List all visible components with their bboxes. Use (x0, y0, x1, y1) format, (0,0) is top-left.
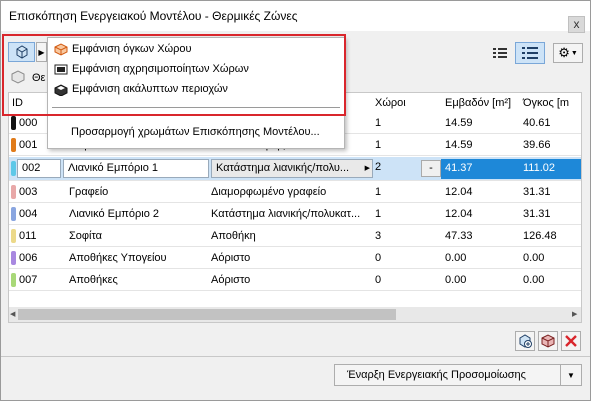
zone-spaces: 1 (375, 139, 382, 151)
zone-area: 47.33 (445, 230, 473, 242)
start-energy-simulation-button[interactable]: Έναρξη Ενεργειακής Προσομοίωσης ▼ (334, 364, 582, 386)
zone-volume: 111.02 (523, 162, 556, 174)
zone-color-swatch (11, 116, 16, 130)
zone-spaces: 2 (375, 161, 382, 173)
zone-id: 002 (22, 162, 41, 174)
zone-name: Λιανικό Εμπόριο 2 (69, 208, 160, 220)
zone-id: 006 (19, 252, 38, 264)
zone-color-swatch (11, 161, 16, 176)
zone-id: 011 (19, 230, 37, 242)
zone-id: 003 (19, 186, 38, 198)
zone-id: 004 (19, 208, 38, 220)
zone-color-swatch (11, 251, 16, 265)
zone-volume: 0.00 (523, 274, 545, 286)
title-bar[interactable]: Επισκόπηση Ενεργειακού Μοντέλου - Θερμικ… (1, 1, 590, 31)
zone-area: 0.00 (445, 274, 467, 286)
split-divider (560, 365, 561, 385)
highlight-frame (2, 34, 346, 116)
zone-operation-type: Αποθήκη (211, 230, 256, 242)
add-zone-icon (519, 334, 532, 348)
table-row[interactable]: 003 Γραφείο Διαμορφωμένο γραφείο 1 12.04… (9, 182, 581, 203)
menu-item-customize-colors[interactable]: Προσαρμογή χρωμάτων Επισκόπησης Μοντέλου… (48, 124, 344, 142)
zone-spaces: 1 (375, 208, 382, 220)
zone-spaces: 1 (375, 186, 382, 198)
scrollbar-thumb[interactable] (18, 309, 396, 320)
selected-values-highlight: 41.37 111.02 (441, 159, 581, 179)
gear-icon: ⚙ (558, 45, 570, 60)
zone-spaces: 0 (375, 274, 382, 286)
zone-operation-type: Κατάστημα λιανικής/πολυκατ... (211, 208, 361, 220)
chevron-down-icon[interactable]: ▼ (567, 371, 575, 380)
table-row[interactable]: 007 Αποθήκες Αόριστο 0 0.00 0.00 (9, 270, 581, 291)
zone-name: Γραφείο (69, 186, 109, 198)
table-row[interactable]: 006 Αποθήκες Υπογείου Αόριστο 0 0.00 0.0… (9, 248, 581, 269)
zone-name: Λιανικό Εμπόριο 1 (68, 162, 159, 174)
zone-color-swatch (11, 273, 16, 287)
scroll-right-icon[interactable]: ▶ (572, 310, 577, 318)
zone-spaces: 0 (375, 252, 382, 264)
list-with-icons-icon (493, 48, 507, 58)
zone-color-swatch (11, 138, 16, 152)
zone-id: 000 (19, 117, 38, 129)
zone-area: 12.04 (445, 186, 473, 198)
list-view-button[interactable] (489, 44, 511, 62)
add-zone-button[interactable] (515, 331, 535, 351)
window-title: Επισκόπηση Ενεργειακού Μοντέλου - Θερμικ… (9, 9, 298, 23)
zone-area: 14.59 (445, 117, 473, 129)
zone-area: 41.37 (445, 162, 473, 174)
zone-id: 001 (19, 139, 38, 151)
zone-operation-type: Κατάστημα λιανικής/πολυ... (216, 162, 350, 174)
table-row-selected[interactable]: 002 Λιανικό Εμπόριο 1 Κατάστημα λιανικής… (9, 157, 581, 181)
chevron-right-icon: ▶ (364, 165, 370, 172)
zone-color-swatch (11, 229, 16, 243)
zone-volume: 39.66 (523, 139, 551, 151)
table-row[interactable]: 011 Σοφίτα Αποθήκη 3 47.33 126.48 (9, 226, 581, 247)
zone-name: Αποθήκες Υπογείου (69, 252, 167, 264)
menu-item-label: Προσαρμογή χρωμάτων Επισκόπησης Μοντέλου… (71, 126, 320, 138)
zone-volume: 31.31 (523, 208, 551, 220)
delete-x-icon (565, 335, 577, 347)
zone-operation-type: Διαμορφωμένο γραφείο (211, 186, 327, 198)
details-view-button[interactable] (515, 42, 545, 64)
zone-operation-type: Αόριστο (211, 252, 251, 264)
zone-spaces: 3 (375, 230, 382, 242)
zone-spaces: 1 (375, 117, 382, 129)
scroll-left-icon[interactable]: ◀ (10, 310, 15, 318)
zone-volume: 0.00 (523, 252, 545, 264)
zone-volume: 126.48 (523, 230, 557, 242)
zone-name: Σοφίτα (69, 230, 103, 242)
close-button[interactable]: x (568, 16, 585, 33)
settings-button[interactable]: ⚙ ▼ (553, 43, 583, 63)
zone-name: Αποθήκες (69, 274, 118, 286)
zone-volume: 40.61 (523, 117, 551, 129)
zone-color-swatch (11, 185, 16, 199)
zone-name-field[interactable]: Λιανικό Εμπόριο 1 (63, 159, 209, 178)
zone-area: 0.00 (445, 252, 467, 264)
zone-color-swatch (11, 207, 16, 221)
zone-operation-type: Αόριστο (211, 274, 251, 286)
zone-area: 12.04 (445, 208, 473, 220)
stepper-button[interactable]: - (421, 160, 441, 177)
table-row[interactable]: 004 Λιανικό Εμπόριο 2 Κατάστημα λιανικής… (9, 204, 581, 225)
zone-id-field[interactable]: 002 (17, 159, 61, 178)
operation-type-dropdown[interactable]: Κατάστημα λιανικής/πολυ... ▶ (211, 159, 373, 178)
chevron-down-icon: ▼ (570, 49, 578, 57)
zone-volume: 31.31 (523, 186, 551, 198)
zone-area: 14.59 (445, 139, 473, 151)
zone-id: 007 (19, 274, 38, 286)
start-simulation-label: Έναρξη Ενεργειακής Προσομοίωσης (347, 369, 526, 381)
details-list-icon (522, 47, 538, 59)
merge-zones-button[interactable] (538, 331, 558, 351)
delete-zone-button[interactable] (561, 331, 581, 351)
footer-divider (1, 356, 590, 357)
zone-box-icon (541, 334, 555, 348)
